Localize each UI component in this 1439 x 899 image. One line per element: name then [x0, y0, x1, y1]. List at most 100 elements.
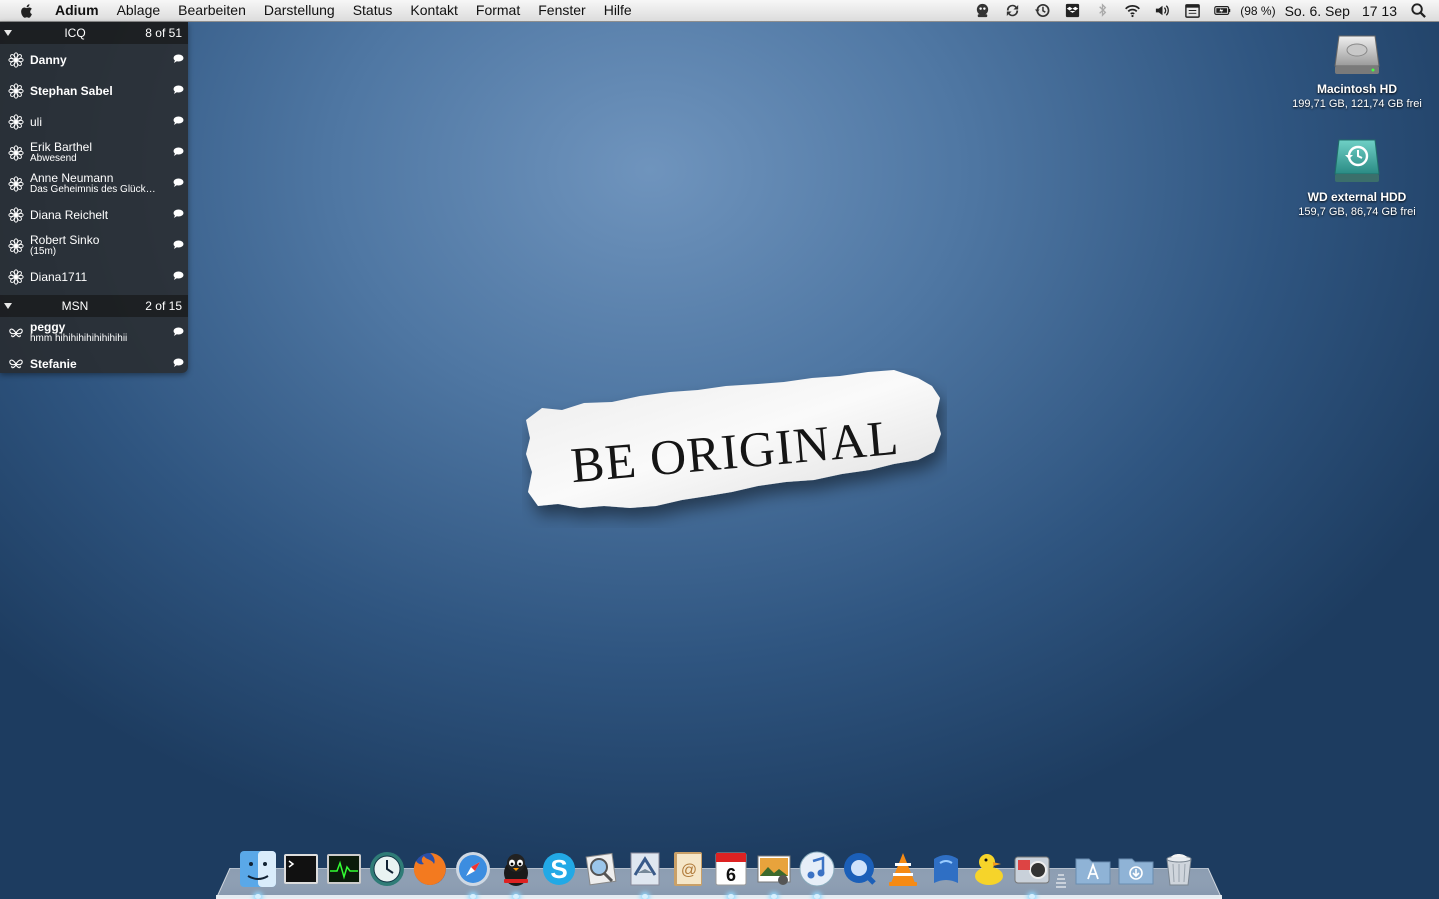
icq-flower-icon [8, 268, 24, 285]
downloads-stack-icon[interactable] [1116, 849, 1156, 889]
drive-name: Macintosh HD [1316, 82, 1397, 96]
contact-name: Anne Neumann [30, 170, 114, 185]
chat-bubble-icon [173, 54, 184, 63]
contact-row[interactable]: uli [0, 106, 188, 137]
contact-names: Erik Barthel Abwesend [30, 141, 92, 165]
contact-row[interactable]: Stephan Sabel [0, 75, 188, 106]
battery-icon[interactable] [1211, 0, 1233, 21]
chat-bubble-icon [173, 240, 184, 249]
icq-flower-icon [8, 82, 24, 99]
contact-status: Abwesend [30, 152, 77, 164]
chat-bubble-icon [173, 327, 184, 336]
volume-icon[interactable] [1151, 0, 1173, 21]
contact-row[interactable]: Danny [0, 44, 188, 75]
contact-row[interactable]: Erik Barthel Abwesend [0, 137, 188, 168]
chat-bubble-icon [173, 209, 184, 218]
contact-row[interactable]: Anne Neumann Das Geheimnis des Glück… [0, 168, 188, 199]
menu-format[interactable]: Format [467, 0, 529, 21]
bluetooth-icon[interactable] [1091, 0, 1113, 21]
contact-names: Danny [30, 54, 67, 66]
group-header-icq[interactable]: ICQ 8 of 51 [0, 22, 188, 44]
group-name: MSN [61, 299, 89, 313]
menu-date[interactable]: So. 6. Sep [1279, 3, 1356, 19]
contact-name: Diana Reichelt [30, 207, 109, 222]
contact-row[interactable]: peggy hmm hihihihihihihihihii [0, 317, 188, 348]
adium-icon[interactable] [496, 849, 536, 899]
calendar-icon[interactable] [1181, 0, 1203, 21]
drive-macintosh-hd[interactable]: Macintosh HD 199,71 GB, 121,74 GB frei [1282, 28, 1432, 111]
address-book-icon[interactable]: @ [668, 849, 708, 889]
running-indicator [728, 894, 734, 899]
preview-icon[interactable] [582, 849, 622, 889]
running-indicator [1029, 894, 1035, 899]
menu-bar: Adium Ablage Bearbeiten Darstellung Stat… [0, 0, 1439, 22]
itunes-icon[interactable] [797, 849, 837, 899]
hard-disk-icon [1334, 35, 1380, 74]
dock: S @6 [238, 843, 1202, 899]
firefox-icon[interactable] [410, 849, 450, 889]
menu-bearbeiten[interactable]: Bearbeiten [169, 0, 255, 21]
contact-name: Robert Sinko [30, 232, 100, 247]
apple-icon[interactable] [18, 2, 36, 20]
contact-row[interactable]: Diana1711 [0, 261, 188, 292]
time-machine-icon[interactable] [1031, 0, 1053, 21]
contact-row[interactable]: Stefanie [0, 348, 188, 379]
menu-darstellung[interactable]: Darstellung [255, 0, 344, 21]
contact-names: peggy hmm hihihihihihihihihii [30, 321, 127, 345]
menu-extras: (98 %) So. 6. Sep 17 13 [967, 0, 1439, 21]
time-machine-icon[interactable] [367, 849, 407, 889]
activity-monitor-icon[interactable] [324, 849, 364, 889]
finder-icon[interactable] [238, 849, 278, 899]
adium-status-icon[interactable] [971, 0, 993, 21]
cyberduck-icon[interactable] [969, 849, 1009, 889]
menu-time[interactable]: 17 13 [1356, 3, 1403, 19]
iphoto-icon[interactable] [754, 849, 794, 899]
msn-butterfly-icon [9, 359, 23, 368]
mail-icon[interactable] [625, 849, 665, 899]
drive-info: 159,7 GB, 86,74 GB frei [1298, 206, 1416, 218]
trash-icon[interactable] [1159, 849, 1199, 889]
menu-app-name[interactable]: Adium [46, 0, 108, 21]
wifi-icon[interactable] [1121, 0, 1143, 21]
menu-fenster[interactable]: Fenster [529, 0, 594, 21]
menu-hilfe[interactable]: Hilfe [595, 0, 641, 21]
ical-icon[interactable]: 6 [711, 849, 751, 899]
contact-status: (15m) [30, 245, 57, 257]
skype-icon[interactable]: S [539, 849, 579, 889]
contact-name: Diana1711 [30, 269, 88, 284]
vlc-icon[interactable] [883, 849, 923, 889]
dock-separator[interactable] [1055, 845, 1067, 889]
drive-wd-external[interactable]: WD external HDD 159,7 GB, 86,74 GB frei [1282, 136, 1432, 219]
applications-stack-icon[interactable] [1073, 849, 1113, 889]
menu-kontakt[interactable]: Kontakt [401, 0, 466, 21]
running-indicator [255, 894, 261, 899]
sweetfm-icon[interactable] [926, 849, 966, 889]
contact-name: Stephan Sabel [30, 83, 113, 98]
terminal-icon[interactable] [281, 849, 321, 889]
spotlight-icon[interactable] [1407, 0, 1429, 21]
photo-booth-icon[interactable] [1012, 849, 1052, 899]
menu-ablage[interactable]: Ablage [108, 0, 170, 21]
quicktime-icon[interactable] [840, 849, 880, 889]
msn-butterfly-icon [9, 328, 23, 337]
contact-names: Diana1711 [30, 271, 87, 283]
contact-row[interactable]: Robert Sinko (15m) [0, 230, 188, 261]
chat-bubble-icon [173, 178, 184, 187]
sync-icon[interactable] [1001, 0, 1023, 21]
running-indicator [513, 894, 519, 899]
safari-icon[interactable] [453, 849, 493, 899]
svg-text:@: @ [681, 862, 697, 879]
contact-names: Anne Neumann Das Geheimnis des Glück… [30, 172, 156, 196]
contact-names: Stefanie [30, 358, 77, 370]
running-indicator [470, 894, 476, 899]
running-indicator [771, 894, 777, 899]
contact-name: Danny [30, 52, 67, 67]
dropbox-icon[interactable] [1061, 0, 1083, 21]
contact-names: uli [30, 116, 42, 128]
contact-row[interactable]: Diana Reichelt [0, 199, 188, 230]
svg-text:S: S [550, 854, 567, 884]
contact-name: Stefanie [30, 356, 77, 371]
contact-name: peggy [30, 319, 66, 334]
menu-status[interactable]: Status [344, 0, 402, 21]
group-header-msn[interactable]: MSN 2 of 15 [0, 295, 188, 317]
